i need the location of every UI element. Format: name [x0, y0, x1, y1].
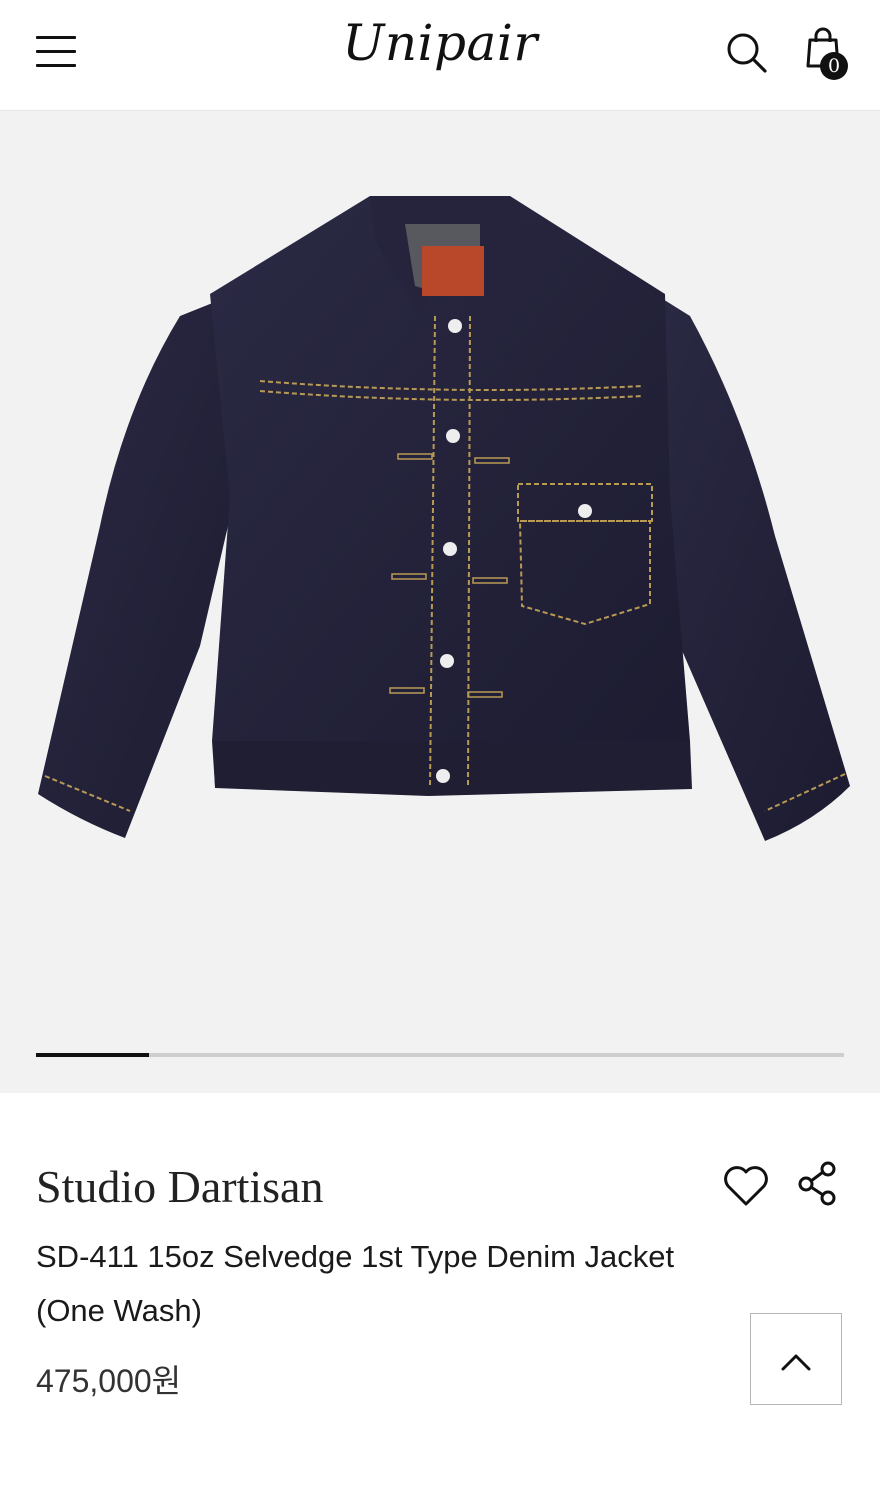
share-icon: [798, 1161, 836, 1206]
top-header: Unipair 0: [0, 0, 880, 111]
cart-count-badge: 0: [820, 52, 848, 80]
chevron-up-icon: [781, 1354, 811, 1371]
product-image-gallery[interactable]: [0, 111, 880, 1093]
scroll-top-button[interactable]: [750, 1313, 842, 1405]
heart-icon: [724, 1166, 768, 1206]
search-button[interactable]: [724, 30, 770, 76]
product-brand[interactable]: Studio Dartisan: [36, 1160, 323, 1213]
search-icon: [727, 33, 767, 73]
gallery-progress-track[interactable]: [36, 1053, 844, 1057]
wishlist-button[interactable]: [720, 1160, 772, 1212]
share-button[interactable]: [796, 1160, 840, 1210]
gallery-progress-fill: [36, 1053, 150, 1057]
cart-button[interactable]: 0: [804, 26, 854, 84]
product-name: SD-411 15oz Selvedge 1st Type Denim Jack…: [36, 1239, 675, 1328]
product-price: 475,000원: [36, 1363, 182, 1399]
denim-jacket-product-photo: [38, 196, 850, 841]
